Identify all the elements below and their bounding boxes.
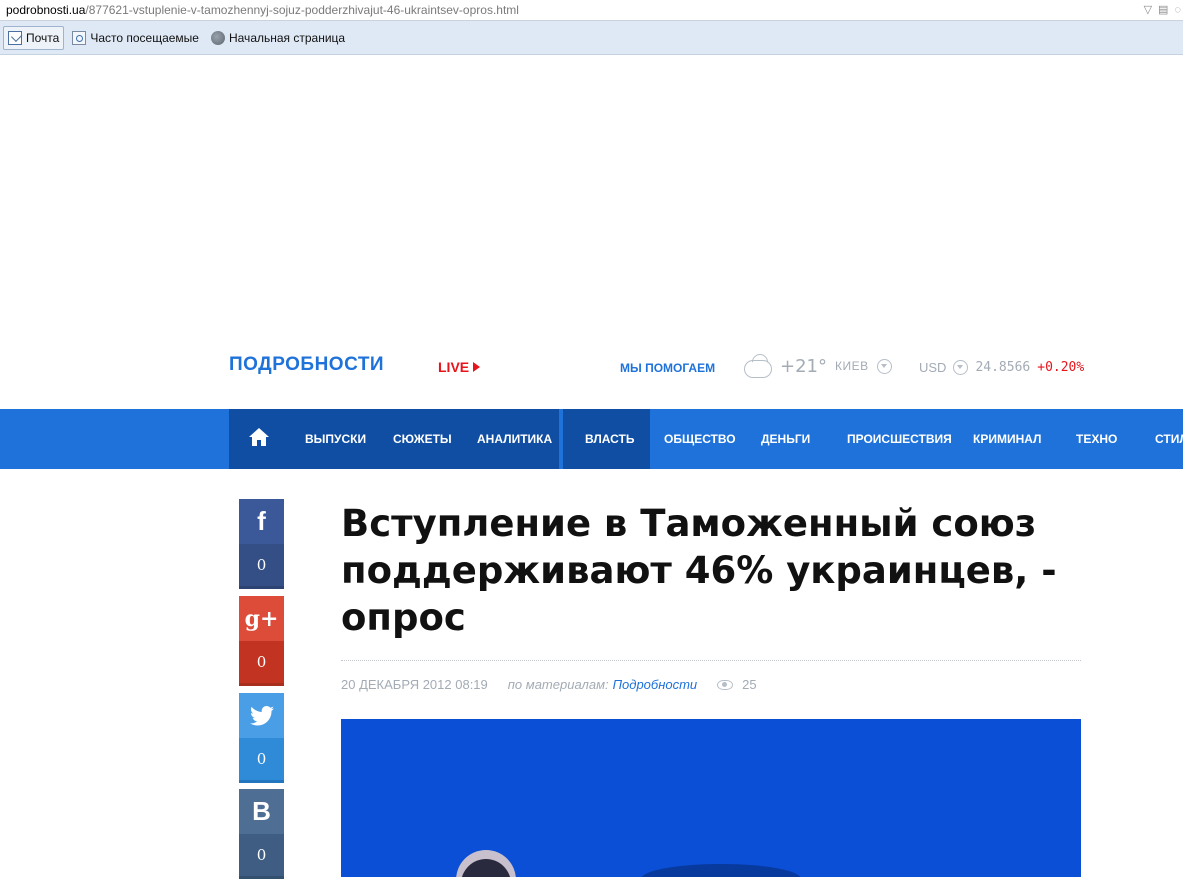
bookmarks-toolbar: Почта Часто посещаемые Начальная страниц…: [0, 21, 1183, 55]
vkontakte-icon: B: [239, 789, 284, 834]
home-icon[interactable]: [248, 428, 270, 448]
mail-icon: [8, 30, 22, 45]
reload-icon[interactable]: ◌: [1174, 0, 1181, 20]
share-facebook[interactable]: f 0: [239, 499, 284, 589]
bookmark-home-page[interactable]: Начальная страница: [207, 26, 349, 50]
share-count: 0: [239, 738, 284, 780]
share-bar: [239, 683, 284, 686]
nav-item-tekhno[interactable]: ТЕХНО: [1076, 409, 1117, 469]
google-plus-icon: g+: [239, 596, 284, 641]
source-link[interactable]: Подробности: [613, 677, 698, 692]
live-label: LIVE: [438, 359, 470, 375]
currency-widget[interactable]: USD 24.8566 +0.20%: [919, 360, 1084, 375]
article-photo[interactable]: [341, 719, 1081, 877]
share-vkontakte[interactable]: B 0: [239, 789, 284, 879]
divider: [341, 660, 1081, 661]
page-icon: [72, 30, 87, 45]
site-logo[interactable]: ПОДРОБНОСТИ: [229, 354, 384, 376]
article-title: Вступление в Таможенный союз поддерживаю…: [341, 502, 1057, 639]
bookmark-mail[interactable]: Почта: [3, 25, 65, 50]
chevron-down-icon[interactable]: [953, 360, 969, 375]
url-host: podrobnosti.ua: [6, 3, 86, 17]
url-path: /877621-vstuplenie-v-tamozhennyj-sojuz-p…: [85, 3, 519, 17]
bookmark-label: Часто посещаемые: [90, 30, 199, 45]
dropdown-arrow-icon[interactable]: ▽: [1144, 0, 1152, 20]
nav-item-proisshestviya[interactable]: ПРОИСШЕСТВИЯ: [847, 409, 952, 469]
nav-item-kriminal[interactable]: КРИМИНАЛ: [973, 409, 1041, 469]
share-twitter[interactable]: 0: [239, 693, 284, 783]
main-nav: ВЫПУСКИ СЮЖЕТЫ АНАЛИТИКА ВЛАСТЬ ОБЩЕСТВО…: [0, 409, 1183, 469]
eye-icon: [717, 679, 734, 690]
currency-change: +0.20%: [1037, 360, 1085, 375]
currency-code: USD: [919, 360, 947, 375]
bookmark-most-visited[interactable]: Часто посещаемые: [68, 26, 203, 50]
article-date: 20 ДЕКАБРЯ 2012 08:19: [341, 677, 488, 692]
nav-item-vypuski[interactable]: ВЫПУСКИ: [305, 409, 366, 469]
reader-icon[interactable]: ▤: [1158, 0, 1168, 20]
share-bar: [239, 586, 284, 589]
play-icon: [473, 362, 481, 372]
weather-widget[interactable]: +21° КИЕВ: [744, 354, 892, 378]
weather-temp: +21°: [780, 355, 827, 377]
globe-icon: [210, 30, 225, 45]
share-count: 0: [239, 834, 284, 876]
facebook-icon: f: [239, 499, 284, 544]
bookmark-label: Начальная страница: [228, 30, 346, 45]
live-link[interactable]: LIVE: [438, 359, 481, 375]
views-count: 25: [742, 677, 757, 692]
nav-item-analitika[interactable]: АНАЛИТИКА: [477, 409, 552, 469]
nav-item-syuzhety[interactable]: СЮЖЕТЫ: [393, 409, 452, 469]
bookmark-label: Почта: [26, 30, 60, 45]
share-bar: [239, 780, 284, 783]
share-count: 0: [239, 544, 284, 586]
nav-item-dengi[interactable]: ДЕНЬГИ: [761, 409, 810, 469]
chevron-down-icon[interactable]: [876, 358, 892, 374]
nav-item-obshchestvo[interactable]: ОБЩЕСТВО: [664, 409, 736, 469]
weather-city: КИЕВ: [835, 359, 869, 373]
twitter-icon: [239, 693, 284, 738]
address-bar-controls: ▽ ▤ ◌: [1144, 0, 1183, 20]
share-count: 0: [239, 641, 284, 683]
site-header: ПОДРОБНОСТИ LIVE МЫ ПОМОГАЕМ +21° КИЕВ U…: [0, 340, 1183, 400]
address-bar[interactable]: podrobnosti.ua/877621-vstuplenie-v-tamoz…: [0, 0, 1183, 21]
nav-item-stil[interactable]: СТИЛЬ: [1155, 409, 1183, 469]
share-google-plus[interactable]: g+ 0: [239, 596, 284, 686]
nav-item-vlast[interactable]: ВЛАСТЬ: [585, 409, 634, 469]
article-meta: 20 ДЕКАБРЯ 2012 08:19 по материалам: Под…: [341, 677, 757, 692]
cloud-icon: [744, 354, 772, 378]
currency-value: 24.8566: [975, 360, 1031, 375]
we-help-link[interactable]: МЫ ПОМОГАЕМ: [620, 361, 715, 375]
source-prefix: по материалам:: [507, 677, 609, 692]
